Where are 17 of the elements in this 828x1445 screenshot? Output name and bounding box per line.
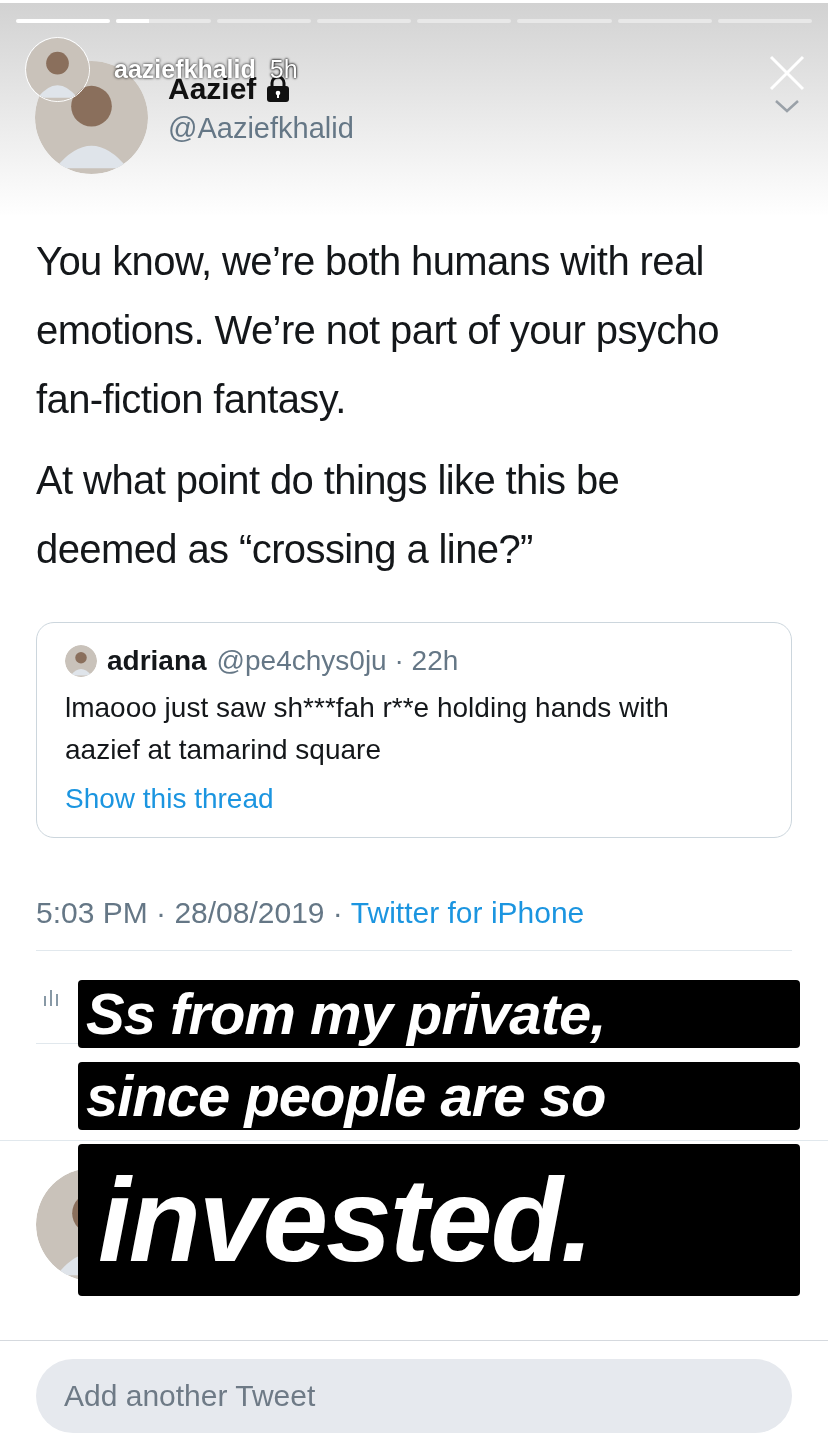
- caption-text: since people are so: [78, 1062, 800, 1130]
- tweet-text: At what point do things like this be deemed as “crossing a line?”: [36, 457, 621, 573]
- user-handle: @Aaziefkhalid: [168, 112, 354, 145]
- avatar: [65, 645, 97, 677]
- quoted-name: adriana: [107, 645, 207, 677]
- tweet-text: You know, we’re both humans with real emotions. We’re not part of your psycho fan-fiction fantasy.: [36, 238, 720, 423]
- caption-text: invested.: [78, 1144, 800, 1296]
- caption-text: Ss from my private,: [78, 980, 800, 1048]
- bar-chart-icon[interactable]: [44, 988, 58, 1006]
- story-time: 5h: [269, 55, 298, 84]
- chevron-icon[interactable]: [774, 99, 800, 113]
- quoted-text: lmaooo just saw sh***fah r**e holding hands with aazief at tamarind square: [65, 691, 670, 767]
- tweet-timestamp: 5:03 PM · 28/08/2019 ·: [36, 896, 343, 930]
- quoted-meta: @pe4chys0ju · 22h: [216, 645, 459, 677]
- close-icon[interactable]: [769, 55, 805, 91]
- tweet-input-field[interactable]: Add another Tweet: [36, 1359, 792, 1433]
- quoted-tweet[interactable]: adriana @pe4chys0ju · 22h lmaooo just saw sh***fah r**e holding hands with aazief at tamarind square Show this thread: [36, 622, 792, 838]
